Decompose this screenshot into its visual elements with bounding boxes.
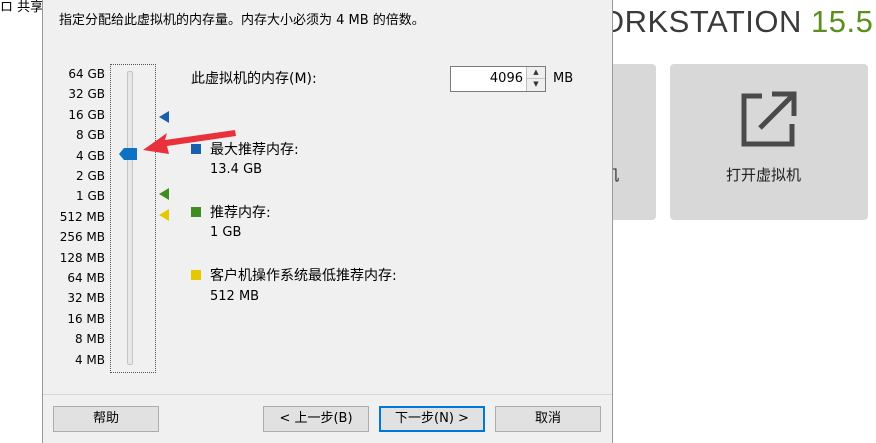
memory-scale-label: 1 GB bbox=[76, 189, 105, 204]
memory-scale-label: 4 GB bbox=[76, 148, 105, 163]
memory-scale-label: 64 MB bbox=[67, 271, 105, 285]
spin-buttons: ▲ ▼ bbox=[526, 67, 545, 91]
memory-slider-thumb[interactable] bbox=[119, 148, 137, 160]
help-button[interactable]: 帮助 bbox=[53, 406, 159, 432]
memory-scale-label: 32 MB bbox=[67, 291, 105, 306]
memory-scale-label: 512 MB bbox=[59, 209, 105, 224]
max-recommended-marker-icon bbox=[159, 111, 169, 123]
recommended-swatch bbox=[191, 207, 201, 217]
memory-slider-track[interactable] bbox=[127, 71, 133, 365]
memory-scale-label: 128 MB bbox=[59, 250, 105, 265]
memory-scale-label: 8 GB bbox=[76, 128, 105, 143]
memory-size-spinbox[interactable]: 4096 ▲ ▼ bbox=[450, 66, 546, 92]
next-button[interactable]: 下一步(N) > bbox=[379, 406, 485, 432]
recommended-title: 推荐内存: bbox=[210, 205, 271, 221]
min-recommended-marker-icon bbox=[159, 209, 169, 221]
brand-version: 15.5 PI bbox=[811, 4, 876, 39]
max-recommended-title: 最大推荐内存: bbox=[210, 142, 299, 158]
memory-slider-focus-box bbox=[110, 64, 156, 373]
memory-prompt-text: 指定分配给此虚拟机的内存量。内存大小必须为 4 MB 的倍数。 bbox=[59, 13, 425, 28]
vmware-brand-title: ORKSTATION 15.5 PI bbox=[600, 4, 876, 40]
memory-unit-label: MB bbox=[553, 71, 574, 86]
memory-scale-label: 64 GB bbox=[68, 67, 105, 81]
max-recommended-swatch bbox=[191, 144, 201, 154]
memory-scale-label: 16 GB bbox=[68, 107, 105, 122]
memory-scale-label: 4 MB bbox=[74, 352, 105, 367]
recommended-value: 1 GB bbox=[210, 225, 242, 240]
brand-name: ORKSTATION bbox=[600, 4, 802, 39]
spin-up-icon[interactable]: ▲ bbox=[527, 67, 545, 79]
memory-scale-label: 32 GB bbox=[68, 87, 105, 102]
memory-size-input[interactable]: 4096 bbox=[455, 71, 523, 87]
back-button[interactable]: < 上一步(B) bbox=[263, 406, 369, 432]
memory-size-label: 此虚拟机的内存(M): bbox=[191, 71, 317, 87]
spin-down-icon[interactable]: ▼ bbox=[527, 79, 545, 91]
memory-scale-label: 8 MB bbox=[74, 332, 105, 347]
cancel-button[interactable]: 取消 bbox=[495, 406, 601, 432]
memory-scale-label: 2 GB bbox=[76, 169, 105, 183]
open-vm-label: 打开虚拟机 bbox=[726, 166, 802, 184]
memory-settings-dialog: 指定分配给此虚拟机的内存量。内存大小必须为 4 MB 的倍数。 64 GB 32 … bbox=[42, 0, 613, 443]
min-recommended-value: 512 MB bbox=[210, 289, 260, 304]
min-recommended-swatch bbox=[191, 270, 201, 280]
background-share-label: ロ 共享 bbox=[0, 0, 44, 15]
max-recommended-value: 13.4 GB bbox=[210, 162, 263, 177]
footer-divider bbox=[43, 394, 612, 395]
recommended-marker-icon bbox=[159, 188, 169, 200]
memory-scale-label: 16 MB bbox=[67, 311, 105, 326]
memory-scale-label: 256 MB bbox=[59, 230, 105, 245]
min-recommended-title: 客户机操作系统最低推荐内存: bbox=[210, 268, 397, 284]
open-external-icon bbox=[741, 91, 797, 147]
